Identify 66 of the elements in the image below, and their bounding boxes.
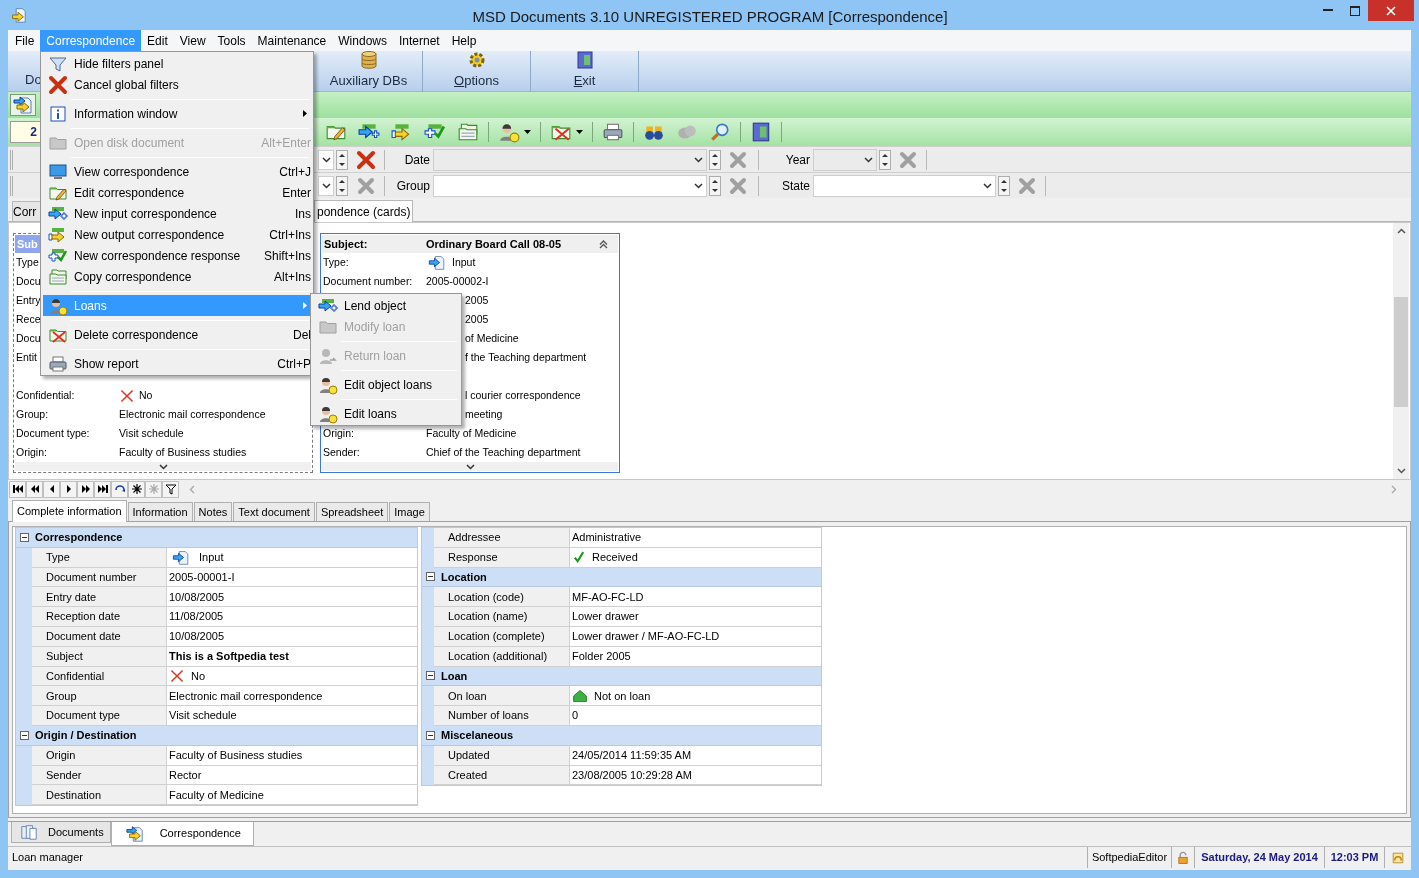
field-label: Docu: [16, 331, 41, 344]
property-name: Number of loans: [434, 706, 570, 726]
field-value: Electronic mail correspondence: [119, 406, 266, 422]
field-value: of Medicine: [465, 330, 519, 346]
section-title: Origin / Destination: [35, 728, 137, 744]
card-title: Ordinary Board Call 08-05: [426, 236, 562, 252]
property-name: Type: [32, 547, 167, 568]
field-value: 2005-00002-I: [426, 273, 489, 289]
property-name: Created: [434, 765, 570, 786]
field-label: Origin:: [16, 445, 47, 458]
field-label: Document number:: [323, 274, 413, 287]
field-label: Entry: [16, 293, 41, 306]
field-label: Rece: [16, 312, 41, 325]
field-label: Type: [16, 255, 39, 268]
field-value: No: [139, 387, 153, 403]
property-name: Document type: [32, 706, 167, 726]
field-label: Year: [784, 151, 811, 169]
section-title: Miscelaneous: [441, 728, 514, 744]
field-label: Type:: [323, 255, 349, 268]
field-label: Document type:: [16, 426, 90, 439]
field-label: Group: [395, 177, 431, 195]
property-name: Location (name): [434, 607, 570, 627]
property-name: Location (complete): [434, 627, 570, 647]
property-name: Updated: [434, 745, 570, 766]
property-name: Location (additional): [434, 646, 570, 667]
field-value: 2005: [465, 292, 489, 308]
field-label: Group:: [16, 407, 49, 420]
property-name: Location (code): [434, 587, 570, 608]
property-name: Destination: [32, 785, 167, 806]
field-label: Date: [403, 151, 431, 169]
property-name: Addressee: [434, 528, 570, 548]
field-label: Origin:: [323, 426, 354, 439]
status-user: SoftpediaEditor: [1088, 847, 1172, 868]
property-name: Entry date: [32, 587, 167, 608]
field-value: Chief of the Teaching department: [426, 444, 581, 460]
field-label: State: [780, 177, 811, 195]
field-value: 2005: [465, 311, 489, 327]
field-value: l courier correspondence: [465, 387, 581, 403]
field-label: Entit: [16, 350, 37, 363]
status-date: Saturday, 24 May 2014: [1195, 847, 1325, 868]
property-name: Sender: [32, 765, 167, 786]
section-title: Correspondence: [35, 530, 123, 546]
field-label: Subject:: [323, 236, 369, 252]
field-value: Faculty of Medicine: [426, 425, 517, 441]
property-name: Reception date: [32, 607, 167, 627]
status-time: 12:03 PM: [1325, 847, 1385, 868]
property-name: Subject: [32, 646, 167, 667]
section-title: Location: [441, 569, 487, 585]
section-title: Loan: [441, 668, 468, 684]
field-value: f the Teaching department: [465, 349, 587, 365]
field-label: Sender:: [323, 445, 360, 458]
window-title: MSD Documents 3.10 UNREGISTERED PROGRAM [Correspondence]: [471, 7, 949, 27]
field-value: Input: [452, 254, 476, 270]
property-name: Origin: [32, 745, 167, 766]
property-name: Document date: [32, 627, 167, 647]
property-name: Document number: [32, 567, 167, 588]
field-value: Visit schedule: [119, 425, 184, 441]
property-name: Response: [434, 547, 570, 568]
field-value: Faculty of Business studies: [119, 444, 247, 460]
property-name: On loan: [434, 686, 570, 707]
property-name: Group: [32, 686, 167, 707]
status-message: Loan manager: [8, 847, 1088, 868]
property-name: Confidential: [32, 666, 167, 687]
field-label: Confidential:: [16, 388, 75, 401]
field-label: Docu: [16, 274, 41, 287]
field-value: meeting: [465, 406, 503, 422]
